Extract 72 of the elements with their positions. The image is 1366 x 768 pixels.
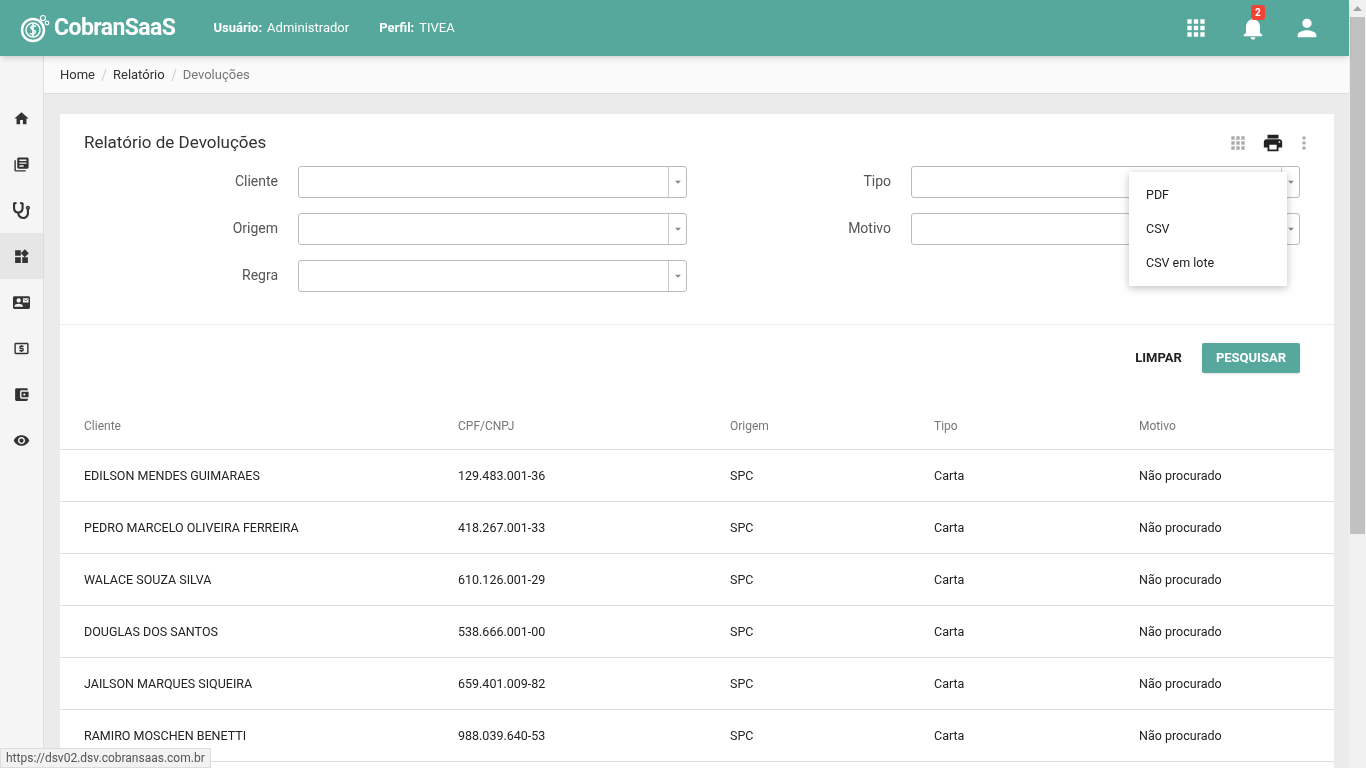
breadcrumb-link[interactable]: Home [60,64,95,85]
user-name: Administrador [267,19,350,38]
scrollbar-thumb[interactable] [1350,17,1365,534]
clear-button[interactable]: LIMPAR [1133,342,1184,373]
card-title: Relatório de Devoluções [84,131,267,154]
table-cell: Carta [934,728,965,743]
table-cell: Não procurado [1139,676,1222,691]
table-cell: Carta [934,572,965,587]
profile-label: Perfil: [379,19,415,38]
scroll-up-arrow-icon[interactable] [1353,6,1362,11]
profile-name: TIVEA [419,19,455,38]
table-cell: 129.483.001-36 [458,468,546,483]
table-cell: 610.126.001-29 [458,572,546,587]
table-cell: Não procurado [1139,624,1222,639]
column-header[interactable]: Origem [730,418,769,433]
table-cell: SPC [730,468,754,483]
table-cell: Carta [934,676,965,691]
table-cell: Não procurado [1139,728,1222,743]
column-header[interactable]: Tipo [934,418,958,433]
column-header[interactable]: Cliente [84,418,121,433]
sidebar-item[interactable] [0,233,43,279]
table-cell: 659.401.009-82 [458,676,546,691]
table-cell: PEDRO MARCELO OLIVEIRA FERREIRA [84,520,299,535]
select-field[interactable] [298,259,687,292]
breadcrumb-separator-icon [170,68,177,81]
menu-item[interactable]: CSV em lote [1129,246,1287,280]
breadcrumb-link[interactable]: Relatório [113,64,165,85]
field-label: Origem [231,219,279,238]
table-cell: Carta [934,624,965,639]
table-cell: DOUGLAS DOS SANTOS [84,624,218,639]
field-label: Tipo [862,172,892,191]
scrollbar[interactable] [1349,0,1366,768]
home-icon [13,109,30,127]
menu-item[interactable]: CSV [1129,212,1287,246]
table-cell: SPC [730,520,754,535]
select-field[interactable] [298,212,687,245]
notification-badge: 2 [1251,5,1265,20]
table-cell: Não procurado [1139,520,1222,535]
table-cell: SPC [730,728,754,743]
table-cell: RAMIRO MOSCHEN BENETTI [84,728,247,743]
search-button[interactable]: PESQUISAR [1201,342,1300,373]
table-cell: 538.666.001-00 [458,624,546,639]
wallet-icon [13,385,30,403]
select-field[interactable] [298,165,687,198]
breadcrumb-separator-icon [101,68,107,81]
table-cell: Carta [934,468,965,483]
logo-icon [20,13,50,43]
contact-card-icon [13,293,30,311]
table-cell: Não procurado [1139,572,1222,587]
field-label: Cliente [233,172,279,191]
table-cell: JAILSON MARQUES SIQUEIRA [84,676,253,691]
table-cell: 988.039.640-53 [458,728,546,743]
field-label: Regra [241,266,279,285]
widgets-icon [13,247,30,265]
table-cell: Carta [934,520,965,535]
table-cell: SPC [730,624,754,639]
breadcrumb-link[interactable]: Devoluções [182,64,250,85]
user-label: Usuário: [213,19,263,38]
book-icon [13,155,30,173]
table-cell: 418.267.001-33 [458,520,546,535]
field-label: Motivo [847,219,892,238]
column-header[interactable]: Motivo [1139,418,1176,433]
status-url: https://dsv02.dsv.cobransaas.com.br [0,748,211,768]
column-header[interactable]: CPF/CNPJ [458,418,515,433]
table-cell: WALACE SOUZA SILVA [84,572,212,587]
stethoscope-icon [13,201,30,219]
table-cell: EDILSON MENDES GUIMARAES [84,468,260,483]
table-cell: SPC [730,572,754,587]
table-cell: Não procurado [1139,468,1222,483]
table-cell: SPC [730,676,754,691]
menu-item[interactable]: PDF [1129,178,1287,212]
logo-text: CobranSaaS [54,12,176,43]
